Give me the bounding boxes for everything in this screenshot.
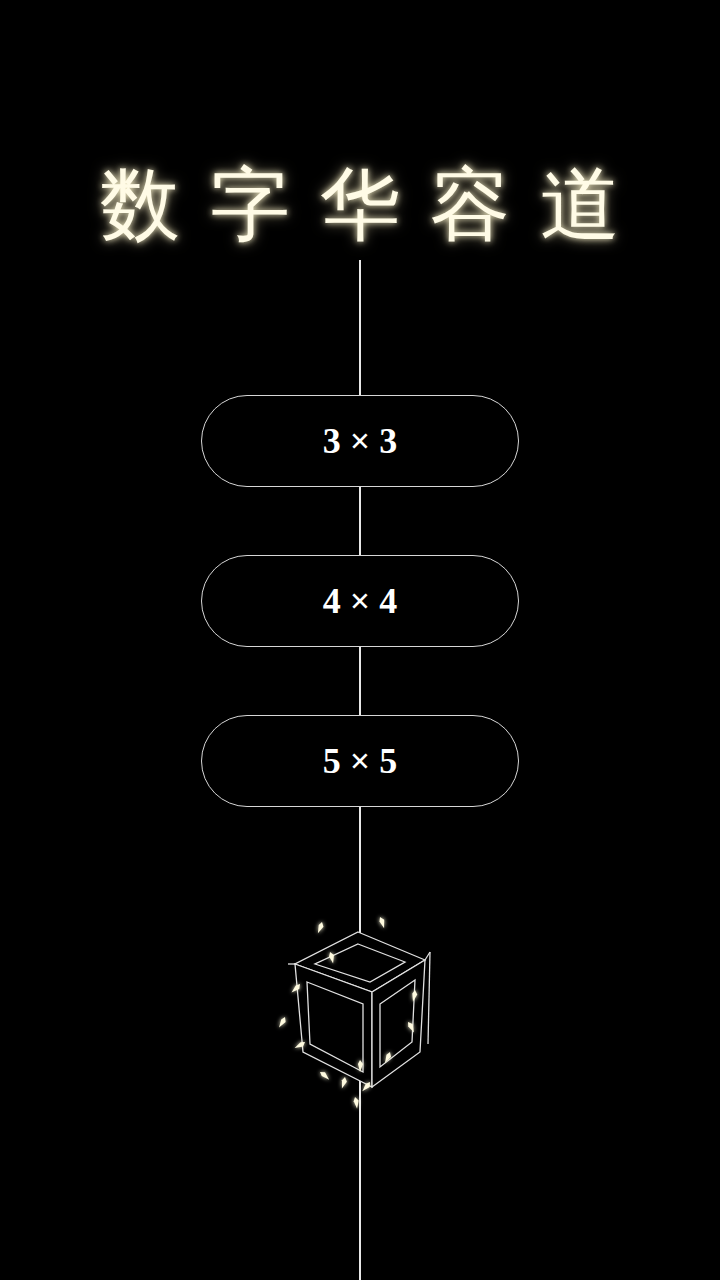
connector-line <box>359 487 361 555</box>
game-title: 数字华容道 <box>70 150 650 260</box>
connector-line <box>359 807 361 912</box>
cube-icon <box>260 912 460 1112</box>
main-menu: 数字华容道 3 × 3 4 × 4 5 × 5 <box>0 0 720 1280</box>
mode-button[interactable]: 3 × 3 <box>201 395 519 487</box>
mode-button[interactable]: 4 × 4 <box>201 555 519 647</box>
connector-line <box>359 260 361 395</box>
mode-button[interactable]: 5 × 5 <box>201 715 519 807</box>
connector-line <box>359 1112 361 1280</box>
connector-line <box>359 647 361 715</box>
